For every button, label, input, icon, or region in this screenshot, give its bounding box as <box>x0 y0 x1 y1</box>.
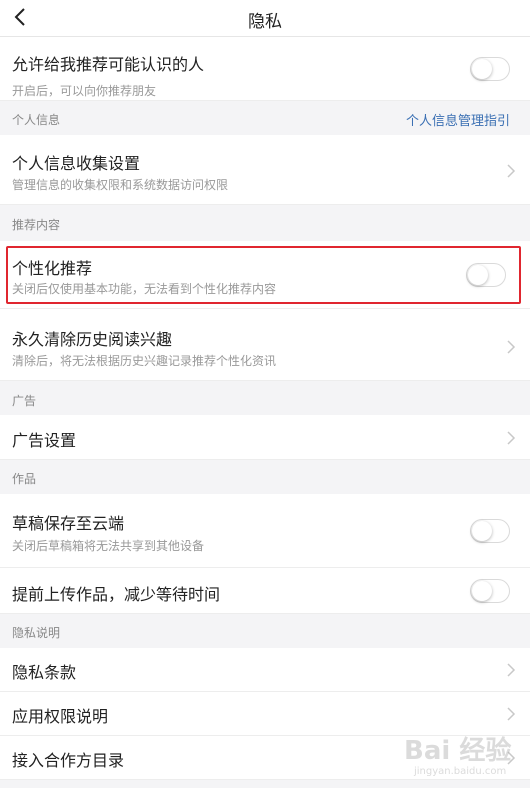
page-title: 隐私 <box>248 12 282 32</box>
chevron-right-icon <box>507 431 516 445</box>
upload-early-toggle[interactable] <box>470 579 510 603</box>
nav-bar: 隐私 <box>0 0 530 37</box>
recommend-people-row[interactable]: 允许给我推荐可能认识的人 开启后，可以向你推荐朋友 <box>0 37 530 101</box>
section-header: 个人信息 <box>12 113 61 127</box>
recommend-people-toggle[interactable] <box>470 57 510 81</box>
personalized-recommend-toggle[interactable] <box>466 263 506 287</box>
watermark-text: Bai 经验 <box>404 736 512 766</box>
privacy-terms-row[interactable]: 隐私条款 <box>0 648 530 692</box>
section-header: 推荐内容 <box>12 218 61 232</box>
row-title: 广告设置 <box>12 431 77 450</box>
draft-cloud-toggle[interactable] <box>470 519 510 543</box>
clear-history-row[interactable]: 永久清除历史阅读兴趣 清除后，将无法根据历史兴趣记录推荐个性化资讯 <box>0 309 530 381</box>
section-header: 隐私说明 <box>12 626 61 640</box>
chevron-right-icon <box>507 663 516 677</box>
row-title: 永久清除历史阅读兴趣 <box>12 330 173 349</box>
row-title: 个性化推荐 <box>12 259 93 278</box>
watermark-url: jingyan.baidu.com <box>414 766 507 777</box>
section-header: 广告 <box>12 394 37 408</box>
chevron-right-icon <box>507 707 516 721</box>
draft-cloud-row[interactable]: 草稿保存至云端 关闭后草稿箱将无法共享到其他设备 <box>0 494 530 568</box>
row-subtitle: 关闭后仅使用基本功能，无法看到个性化推荐内容 <box>12 282 277 296</box>
row-title: 允许给我推荐可能认识的人 <box>12 55 205 74</box>
row-subtitle: 管理信息的收集权限和系统数据访问权限 <box>12 178 229 192</box>
section-privacy-note: 隐私说明 <box>0 614 530 648</box>
personalized-recommend-row[interactable]: 个性化推荐 关闭后仅使用基本功能，无法看到个性化推荐内容 <box>0 241 530 309</box>
row-subtitle: 清除后，将无法根据历史兴趣记录推荐个性化资讯 <box>12 354 277 368</box>
row-title: 应用权限说明 <box>12 707 109 726</box>
section-works: 作品 <box>0 460 530 494</box>
section-ads: 广告 <box>0 381 530 415</box>
personal-collect-row[interactable]: 个人信息收集设置 管理信息的收集权限和系统数据访问权限 <box>0 135 530 205</box>
row-title: 接入合作方目录 <box>12 751 125 770</box>
baidu-watermark: Bai 经验 jingyan.baidu.com <box>404 730 524 782</box>
section-personal-info: 个人信息 个人信息管理指引 <box>0 101 530 135</box>
row-title: 个人信息收集设置 <box>12 154 141 173</box>
upload-early-row[interactable]: 提前上传作品，减少等待时间 <box>0 568 530 614</box>
ad-settings-row[interactable]: 广告设置 <box>0 415 530 460</box>
section-recommend: 推荐内容 <box>0 205 530 241</box>
row-subtitle: 关闭后草稿箱将无法共享到其他设备 <box>12 539 205 553</box>
personal-info-guide-link[interactable]: 个人信息管理指引 <box>406 110 510 129</box>
row-title: 隐私条款 <box>12 663 77 682</box>
row-title: 提前上传作品，减少等待时间 <box>12 585 221 604</box>
chevron-right-icon <box>507 340 516 354</box>
row-title: 草稿保存至云端 <box>12 514 125 533</box>
chevron-right-icon <box>507 164 516 178</box>
section-header: 作品 <box>12 472 37 486</box>
row-subtitle: 开启后，可以向你推荐朋友 <box>12 84 157 98</box>
